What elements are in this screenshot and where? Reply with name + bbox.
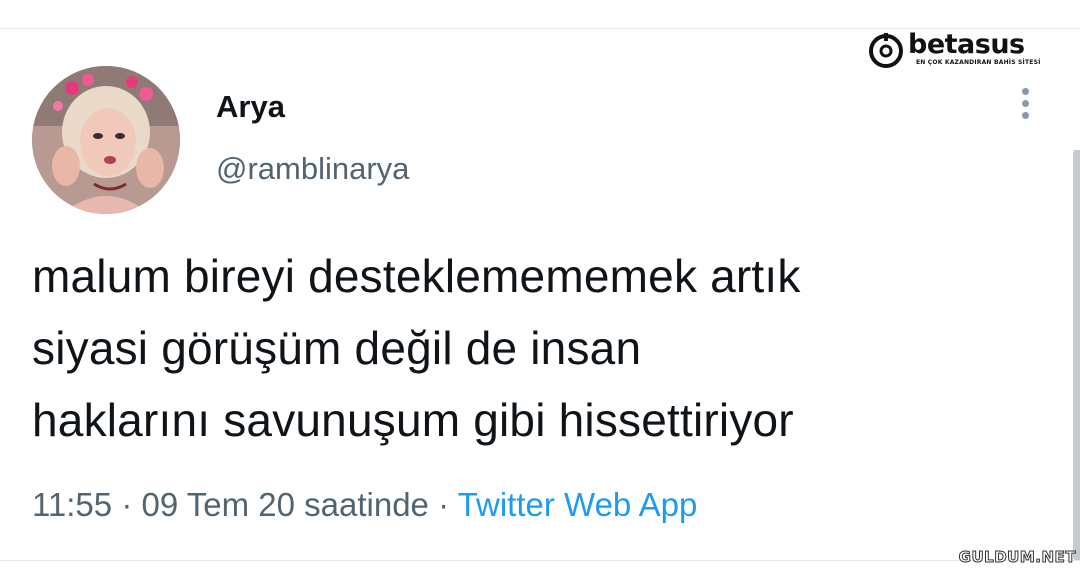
brand-name: betasus xyxy=(908,29,1025,60)
scrollbar[interactable] xyxy=(1073,150,1080,560)
tweet-screenshot: betasus EN ÇOK KAZANDIRAN BAHİS SİTESİ A… xyxy=(0,0,1080,571)
brand-logo-icon xyxy=(869,33,903,68)
tweet-date[interactable]: 09 Tem 20 saatinde xyxy=(141,486,428,523)
avatar-photo xyxy=(32,66,180,214)
display-name[interactable]: Arya xyxy=(216,88,285,126)
site-watermark: GULDUM.NET xyxy=(958,548,1076,567)
brand-tagline: EN ÇOK KAZANDIRAN BAHİS SİTESİ xyxy=(916,59,1041,66)
tweet-time[interactable]: 11:55 xyxy=(32,486,112,523)
meta-separator: · xyxy=(121,486,133,523)
tweet-metadata: 11:55 · 09 Tem 20 saatinde · Twitter Web… xyxy=(32,480,697,530)
user-handle[interactable]: @ramblinarya xyxy=(216,150,409,188)
tweet-text: malum bireyi desteklemememek artık siyas… xyxy=(32,240,1032,456)
avatar[interactable] xyxy=(32,66,180,214)
tweet-text-line: haklarını savunuşum gibi hissettiriyor xyxy=(32,394,794,446)
bottom-divider xyxy=(0,560,1080,561)
brand-watermark: betasus EN ÇOK KAZANDIRAN BAHİS SİTESİ xyxy=(868,30,1048,70)
tweet-text-line: siyasi görüşüm değil de insan xyxy=(32,322,642,374)
tweet-source-link[interactable]: Twitter Web App xyxy=(458,486,698,523)
more-vertical-icon[interactable] xyxy=(1014,88,1036,126)
tweet-text-line: malum bireyi desteklemememek artık xyxy=(32,250,801,302)
meta-separator: · xyxy=(438,486,450,523)
